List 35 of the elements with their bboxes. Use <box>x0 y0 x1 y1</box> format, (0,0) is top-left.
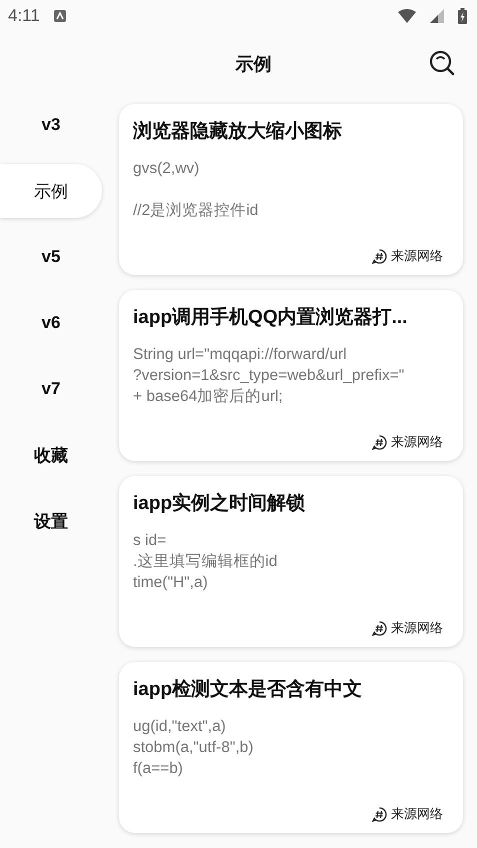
source-label: 来源网络 <box>391 247 443 265</box>
sidebar-item[interactable]: v7 <box>0 362 102 416</box>
source-label: 来源网络 <box>391 433 443 451</box>
card-title: iapp实例之时间解锁 <box>133 492 306 516</box>
sidebar-item[interactable]: v5 <box>0 230 102 284</box>
hashtag-icon <box>372 620 387 636</box>
code-snippet: ug(id,"text",a) stobm(a,"utf-8",b) f(a==b) <box>133 717 254 779</box>
sidebar-item[interactable]: v6 <box>0 296 102 350</box>
signal-icon <box>430 9 444 23</box>
hashtag-icon <box>372 806 387 822</box>
status-time: 4:11 <box>8 6 40 26</box>
card-title: iapp调用手机QQ内置浏览器打... <box>133 306 408 330</box>
card-title: 浏览器隐藏放大缩小图标 <box>133 120 343 144</box>
hashtag-icon <box>372 248 387 264</box>
search-icon <box>429 50 455 76</box>
search-button[interactable] <box>429 50 457 78</box>
code-snippet: s id= .这里填写编辑框的id time("H",a) <box>133 531 278 593</box>
wifi-icon <box>398 9 416 23</box>
sidebar-item[interactable]: v3 <box>0 98 102 152</box>
source-label: 来源网络 <box>391 619 443 637</box>
notification-icon <box>54 10 66 22</box>
hashtag-icon <box>372 434 387 450</box>
code-snippet: gvs(2,wv) //2是浏览器控件id <box>133 159 260 221</box>
battery-icon <box>458 8 467 24</box>
source-label: 来源网络 <box>391 805 443 823</box>
card-title: iapp检测文本是否含有中文 <box>133 678 364 702</box>
sidebar-item[interactable]: 示例 <box>0 164 102 218</box>
code-snippet: String url="mqqapi://forward/url ?version=1&src_type=web&url_prefix=" + base64加密后的url; <box>133 345 406 407</box>
snippet-card[interactable]: iapp实例之时间解锁 s id= .这里填写编辑框的id time("H",a) 来源网络 <box>119 476 463 647</box>
sidebar-item[interactable]: 设置 <box>0 494 102 548</box>
sidebar-item[interactable]: 收藏 <box>0 428 102 482</box>
page-title: 示例 <box>236 53 272 76</box>
snippet-card[interactable]: iapp调用手机QQ内置浏览器打... String url="mqqapi://forward/url ?version=1&src_type=web&url_prefix=" + base64加密后的url; 来源网络 <box>119 290 463 461</box>
snippet-card[interactable]: iapp检测文本是否含有中文 ug(id,"text",a) stobm(a,"utf-8",b) f(a==b) 来源网络 <box>119 662 463 833</box>
snippet-card[interactable]: 浏览器隐藏放大缩小图标 gvs(2,wv) //2是浏览器控件id 来源网络 <box>119 104 463 275</box>
